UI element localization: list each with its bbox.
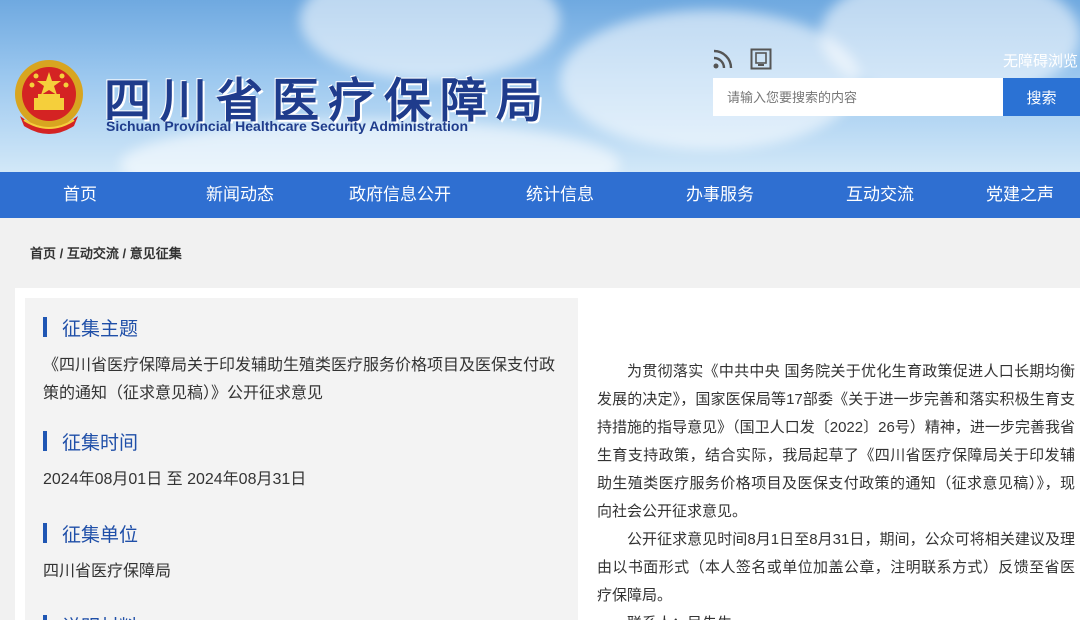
time-heading: 征集时间 <box>43 428 138 454</box>
heading-accent-bar <box>43 431 47 451</box>
topic-body: 《四川省医疗保障局关于印发辅助生殖类医疗服务价格项目及医保支付政策的通知（征求意… <box>43 357 556 402</box>
description-heading: 说明材料 <box>43 612 138 620</box>
notice-paragraph: 为贯彻落实《中共中央 国务院关于优化生育政策促进人口长期均衡发展的决定》，国家医… <box>597 363 1075 520</box>
main-nav: 首页 新闻动态 政府信息公开 统计信息 办事服务 互动交流 党建之声 <box>0 172 1080 218</box>
topic-title: 征集主题 <box>62 318 139 340</box>
time-body: 2024年08月01日 至 2024年08月31日 <box>43 471 307 488</box>
national-emblem-icon <box>15 60 83 134</box>
heading-accent-bar <box>43 317 47 337</box>
breadcrumb-section[interactable]: 互动交流 <box>67 246 119 261</box>
accessibility-link[interactable]: 无障碍浏览 <box>1003 50 1078 71</box>
breadcrumb-separator: / <box>118 246 130 261</box>
unit-body: 四川省医疗保障局 <box>43 563 172 580</box>
unit-title: 征集单位 <box>62 524 139 546</box>
search-input[interactable] <box>713 78 1003 116</box>
heading-accent-bar <box>43 615 47 620</box>
heading-accent-bar <box>43 523 47 543</box>
site-title-english: Sichuan Provincial Healthcare Security A… <box>106 118 469 134</box>
nav-item-home[interactable]: 首页 <box>0 172 160 218</box>
nav-item-services[interactable]: 办事服务 <box>640 172 800 218</box>
nav-item-party[interactable]: 党建之声 <box>960 172 1080 218</box>
search-button[interactable]: 搜索 <box>1003 78 1080 116</box>
solicitation-info-panel: 征集主题 《四川省医疗保障局关于印发辅助生殖类医疗服务价格项目及医保支付政策的通… <box>25 298 578 620</box>
topic-heading: 征集主题 <box>43 314 138 340</box>
notice-paragraph: 公开征求意见时间8月1日至8月31日，期间，公众可将相关建议及理由以书面形式（本… <box>597 531 1075 604</box>
notice-text: 为贯彻落实《中共中央 国务院关于优化生育政策促进人口长期均衡发展的决定》，国家医… <box>597 358 1075 620</box>
breadcrumb-separator: / <box>56 246 67 261</box>
breadcrumb-current: 意见征集 <box>129 246 182 261</box>
nav-item-interaction[interactable]: 互动交流 <box>800 172 960 218</box>
description-title: 说明材料 <box>62 612 138 620</box>
rss-icon[interactable] <box>712 48 734 70</box>
nav-item-gov-info[interactable]: 政府信息公开 <box>320 172 480 218</box>
nav-item-statistics[interactable]: 统计信息 <box>480 172 640 218</box>
content-card: 征集主题 《四川省医疗保障局关于印发辅助生殖类医疗服务价格项目及医保支付政策的通… <box>15 288 1080 620</box>
breadcrumb: 首页 / 互动交流 / 意见征集 <box>30 243 182 262</box>
unit-heading: 征集单位 <box>43 520 138 546</box>
mobile-version-icon[interactable] <box>750 48 772 70</box>
time-title: 征集时间 <box>62 432 139 454</box>
breadcrumb-home[interactable]: 首页 <box>30 246 56 261</box>
nav-item-news[interactable]: 新闻动态 <box>160 172 320 218</box>
site-header: 四川省医疗保障局 Sichuan Provincial Healthcare S… <box>0 0 1080 172</box>
contact-paragraph: 联系人：吴先生 <box>597 610 1075 620</box>
